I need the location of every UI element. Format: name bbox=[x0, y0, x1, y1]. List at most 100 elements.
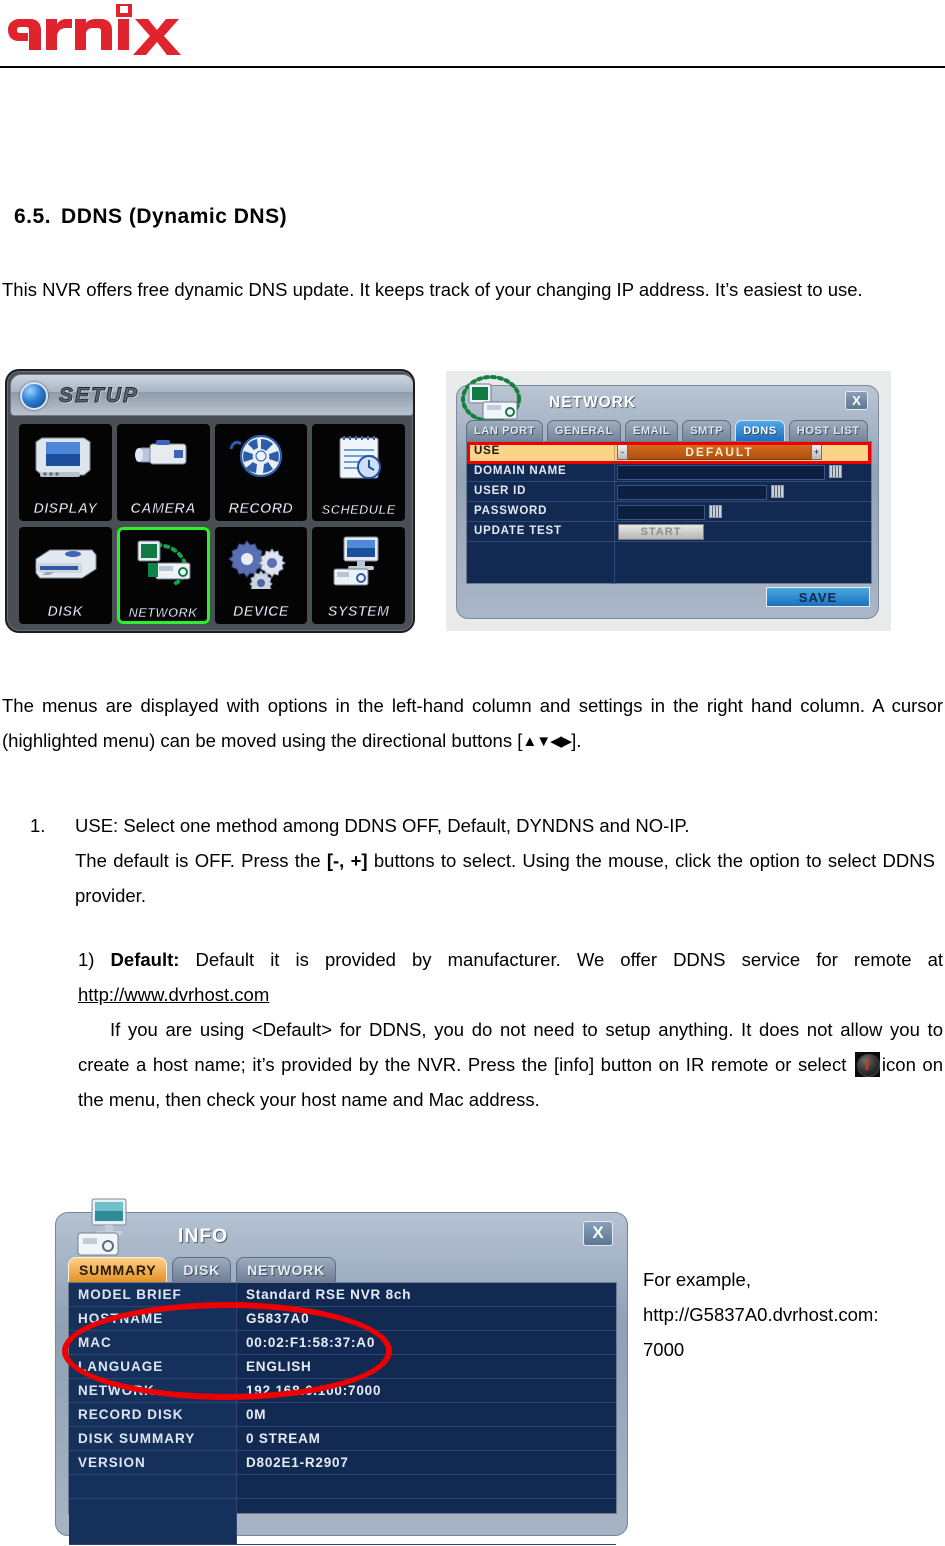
tab-smtp[interactable]: SMTP bbox=[682, 420, 732, 441]
tab-ddns[interactable]: DDNS bbox=[735, 420, 785, 441]
setup-tile-label: DEVICE bbox=[232, 604, 289, 621]
table-row bbox=[69, 1499, 616, 1545]
user-id-input[interactable] bbox=[617, 485, 767, 500]
table-row: RECORD DISK 0M bbox=[69, 1403, 616, 1427]
keyboard-icon[interactable] bbox=[709, 505, 722, 518]
tab-host-list[interactable]: HOST LIST bbox=[788, 420, 868, 441]
row-domain-name[interactable]: DOMAIN NAME bbox=[467, 462, 871, 482]
list-marker: 1. bbox=[30, 815, 46, 836]
row-label-version: VERSION bbox=[69, 1451, 237, 1474]
row-value-model-brief: Standard RSE NVR 8ch bbox=[246, 1287, 412, 1302]
keyboard-icon[interactable] bbox=[771, 485, 784, 498]
use-select[interactable]: - DEFAULT + bbox=[617, 444, 822, 460]
setup-tile-record[interactable]: RECORD bbox=[214, 424, 308, 521]
network-settings-table: USE - DEFAULT + DOMAIN NAME USER ID PASS… bbox=[466, 441, 872, 584]
row-update-test[interactable]: UPDATE TEST START bbox=[467, 522, 871, 542]
table-row: HOSTNAME G5837A0 bbox=[69, 1307, 616, 1331]
header-divider bbox=[0, 66, 945, 68]
info-dialog-title: INFO bbox=[178, 1226, 229, 1247]
tab-network[interactable]: NETWORK bbox=[236, 1257, 337, 1282]
spin-minus-button[interactable]: - bbox=[617, 444, 628, 460]
row-label-empty bbox=[69, 1475, 237, 1498]
tab-general[interactable]: GENERAL bbox=[547, 420, 622, 441]
network-icon bbox=[461, 375, 521, 423]
row-value-record-disk: 0M bbox=[246, 1407, 267, 1422]
section-title-text: DDNS (Dynamic DNS) bbox=[61, 205, 288, 228]
table-row: LANGUAGE ENGLISH bbox=[69, 1355, 616, 1379]
start-button[interactable]: START bbox=[618, 524, 704, 540]
monitor-icon bbox=[35, 437, 91, 477]
network-titlebar: NETWORK X bbox=[457, 375, 878, 423]
arnix-logo bbox=[4, 4, 189, 62]
list-line-1: USE: Select one method among DDNS OFF, D… bbox=[75, 815, 690, 836]
network-empty-area bbox=[467, 542, 871, 584]
setup-tile-label: CAMERA bbox=[130, 501, 196, 518]
row-label-use: USE bbox=[467, 442, 615, 461]
dvrhost-link[interactable]: http://www.dvrhost.com bbox=[78, 984, 269, 1005]
setup-menu-grid: DISPLAY CAMERA RECORD SCHEDULE DISK NETW… bbox=[19, 424, 405, 624]
setup-tile-label: DISK bbox=[47, 604, 84, 621]
menus-description-paragraph: The menus are displayed with options in … bbox=[2, 688, 943, 759]
info-icon bbox=[854, 1052, 880, 1077]
row-user-id[interactable]: USER ID bbox=[467, 482, 871, 502]
setup-tile-system[interactable]: SYSTEM bbox=[312, 527, 405, 624]
table-row: MODEL BRIEF Standard RSE NVR 8ch bbox=[69, 1283, 616, 1307]
setup-tile-device[interactable]: DEVICE bbox=[214, 527, 308, 624]
row-value-update-test: START bbox=[615, 522, 871, 541]
close-icon[interactable]: X bbox=[583, 1221, 613, 1246]
default-text-a: Default it is provided by manufacturer. … bbox=[179, 949, 944, 970]
row-password[interactable]: PASSWORD bbox=[467, 502, 871, 522]
blue-orb-icon bbox=[20, 382, 48, 410]
network-dialog-frame: NETWORK X LAN PORT GENERAL EMAIL SMTP DD… bbox=[456, 375, 879, 619]
tab-email[interactable]: EMAIL bbox=[625, 420, 679, 441]
tab-lan-port[interactable]: LAN PORT bbox=[466, 420, 544, 441]
example-line-2: http://G5837A0.dvrhost.com: bbox=[643, 1304, 879, 1325]
info-dialog-screenshot: INFO X SUMMARY DISK NETWORK MODEL BRIEF … bbox=[55, 1196, 630, 1545]
setup-tile-display[interactable]: DISPLAY bbox=[19, 424, 112, 521]
domain-name-input[interactable] bbox=[617, 465, 825, 480]
row-value-hostname: G5837A0 bbox=[246, 1311, 310, 1326]
setup-tile-camera[interactable]: CAMERA bbox=[116, 424, 210, 521]
info-summary-table: MODEL BRIEF Standard RSE NVR 8ch HOSTNAM… bbox=[68, 1282, 617, 1545]
tab-summary[interactable]: SUMMARY bbox=[68, 1257, 168, 1282]
row-label-update-test: UPDATE TEST bbox=[467, 522, 615, 541]
network-empty-left-column bbox=[467, 542, 615, 584]
row-label-network: NETWORK bbox=[69, 1379, 237, 1402]
row-label-empty bbox=[69, 1499, 237, 1544]
row-value-password bbox=[615, 502, 871, 521]
mid-paragraph-text-a: The menus are displayed with options in … bbox=[2, 695, 943, 751]
table-row bbox=[69, 1475, 616, 1499]
use-selected-value[interactable]: DEFAULT bbox=[628, 444, 811, 460]
example-line-3: 7000 bbox=[643, 1339, 685, 1360]
intro-paragraph: This NVR offers free dynamic DNS update.… bbox=[2, 279, 863, 300]
save-button[interactable]: SAVE bbox=[766, 587, 870, 607]
row-label-language: LANGUAGE bbox=[69, 1355, 237, 1378]
setup-tile-network[interactable]: NETWORK bbox=[116, 527, 210, 624]
setup-panel-screenshot: SETUP DISPLAY CAMERA RECORD SCHEDULE DIS… bbox=[5, 369, 415, 633]
reel-icon bbox=[229, 435, 282, 477]
row-use[interactable]: USE - DEFAULT + bbox=[467, 442, 871, 464]
network-dialog-footer: SAVE bbox=[466, 586, 872, 610]
list-item: 1. USE: Select one method among DDNS OFF… bbox=[30, 808, 935, 913]
list-line-2a: The default is OFF. Press the bbox=[75, 850, 327, 871]
setup-title: SETUP bbox=[59, 384, 140, 408]
tab-disk[interactable]: DISK bbox=[172, 1257, 232, 1282]
setup-tile-schedule[interactable]: SCHEDULE bbox=[312, 424, 405, 521]
row-value-network: 192.168.6.100:7000 bbox=[246, 1383, 382, 1398]
close-icon[interactable]: X bbox=[845, 391, 868, 410]
network-tab-bar: LAN PORT GENERAL EMAIL SMTP DDNS HOST LI… bbox=[466, 420, 872, 441]
table-row: VERSION D802E1-R2907 bbox=[69, 1451, 616, 1475]
table-row: DISK SUMMARY 0 STREAM bbox=[69, 1427, 616, 1451]
row-value-version: D802E1-R2907 bbox=[246, 1455, 349, 1470]
password-input[interactable] bbox=[617, 505, 705, 520]
setup-tile-disk[interactable]: DISK bbox=[19, 527, 112, 624]
setup-tile-label: SYSTEM bbox=[327, 604, 390, 621]
keyboard-icon[interactable] bbox=[829, 465, 842, 478]
row-label-domain-name: DOMAIN NAME bbox=[467, 462, 615, 481]
network-dialog-title: NETWORK bbox=[549, 394, 637, 411]
mid-paragraph-text-b: ]. bbox=[571, 730, 582, 751]
spin-plus-button[interactable]: + bbox=[811, 444, 822, 460]
example-line-1: For example, bbox=[643, 1269, 751, 1290]
info-titlebar: INFO X bbox=[56, 1198, 627, 1256]
page-header bbox=[0, 0, 945, 72]
